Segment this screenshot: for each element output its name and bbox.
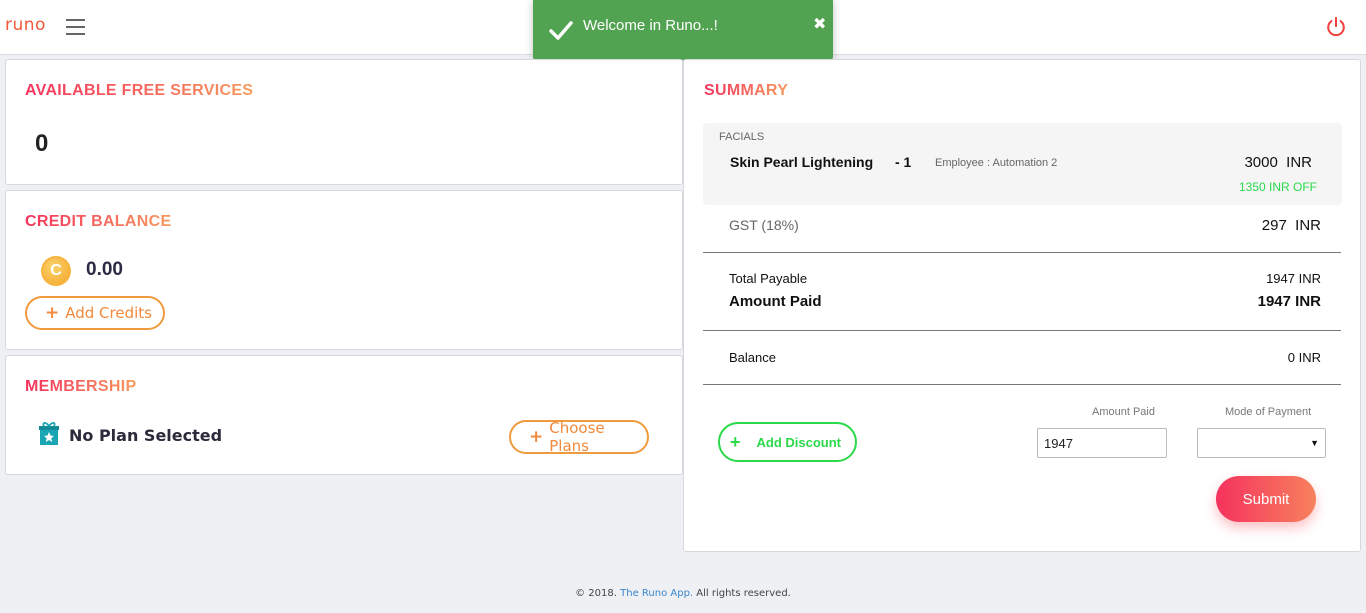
coin-icon: C bbox=[41, 256, 71, 286]
balance-value: 0 INR bbox=[1287, 350, 1321, 365]
summary-title: SUMMARY bbox=[704, 82, 789, 99]
toast-message: Welcome in Runo...! bbox=[583, 17, 718, 34]
amount-paid-field-label: Amount Paid bbox=[1092, 406, 1155, 418]
footer-copyright: © 2018. bbox=[575, 588, 617, 599]
credit-balance-title: CREDIT BALANCE bbox=[25, 213, 172, 230]
welcome-toast: Welcome in Runo...! ✖ bbox=[533, 0, 833, 60]
add-credits-button[interactable]: + Add Credits bbox=[25, 296, 165, 330]
gst-value: 297 INR bbox=[1261, 217, 1321, 234]
credit-balance-card: CREDIT BALANCE C 0.00 + Add Credits bbox=[5, 190, 683, 350]
divider bbox=[703, 330, 1341, 331]
service-quantity: - 1 bbox=[895, 154, 912, 170]
payment-mode-select[interactable]: ▼ bbox=[1197, 428, 1326, 458]
runo-app-link[interactable]: The Runo App. bbox=[620, 588, 693, 599]
hamburger-icon[interactable] bbox=[66, 19, 85, 35]
coin-glyph: C bbox=[50, 262, 62, 279]
service-employee: Employee : Automation 2 bbox=[935, 157, 1058, 169]
plus-icon: + bbox=[45, 303, 60, 323]
dropdown-arrow-icon: ▼ bbox=[1310, 438, 1319, 448]
choose-plans-label: Choose Plans bbox=[549, 419, 605, 455]
summary-card: SUMMARY FACIALS Skin Pearl Lightening - … bbox=[683, 59, 1361, 552]
free-services-card: AVAILABLE FREE SERVICES 0 bbox=[5, 59, 683, 185]
amount-paid-value: 1947 INR bbox=[1257, 293, 1321, 310]
total-payable-value: 1947 INR bbox=[1266, 271, 1321, 286]
mode-of-payment-label: Mode of Payment bbox=[1225, 406, 1312, 418]
total-payable-label: Total Payable bbox=[729, 271, 808, 286]
membership-title: MEMBERSHIP bbox=[25, 378, 137, 395]
add-discount-button[interactable]: + Add Discount bbox=[718, 422, 857, 462]
service-item: FACIALS Skin Pearl Lightening - 1 Employ… bbox=[703, 123, 1342, 205]
discount-note: 1350 INR OFF bbox=[1238, 180, 1317, 194]
divider bbox=[703, 252, 1341, 253]
add-credits-label: Add Credits bbox=[65, 304, 152, 322]
plan-status: No Plan Selected bbox=[69, 426, 223, 445]
plus-icon: + bbox=[529, 427, 544, 447]
plus-icon: + bbox=[730, 431, 741, 452]
gst-label: GST (18%) bbox=[729, 217, 799, 233]
footer-rights: All rights reserved. bbox=[696, 588, 791, 599]
service-category: FACIALS bbox=[719, 131, 765, 143]
gift-icon bbox=[39, 422, 59, 445]
divider bbox=[703, 384, 1341, 385]
power-icon[interactable] bbox=[1325, 16, 1347, 38]
service-price: 3000 INR bbox=[1244, 154, 1312, 171]
add-discount-label: Add Discount bbox=[756, 434, 842, 450]
check-icon bbox=[549, 21, 573, 40]
submit-button[interactable]: Submit bbox=[1216, 476, 1316, 522]
footer: © 2018. The Runo App. All rights reserve… bbox=[0, 588, 1366, 599]
close-icon[interactable]: ✖ bbox=[813, 14, 826, 34]
choose-plans-button[interactable]: + Choose Plans bbox=[509, 419, 649, 455]
amount-paid-input[interactable]: 1947 bbox=[1037, 428, 1167, 458]
membership-card: MEMBERSHIP No Plan Selected + Choose Pla… bbox=[5, 355, 683, 475]
app-logo[interactable]: runo bbox=[5, 15, 46, 35]
service-name: Skin Pearl Lightening bbox=[730, 154, 874, 170]
credit-balance-value: 0.00 bbox=[86, 259, 123, 280]
free-services-count: 0 bbox=[35, 130, 49, 157]
balance-label: Balance bbox=[729, 350, 776, 365]
free-services-title: AVAILABLE FREE SERVICES bbox=[25, 82, 254, 99]
amount-paid-label: Amount Paid bbox=[729, 293, 822, 310]
